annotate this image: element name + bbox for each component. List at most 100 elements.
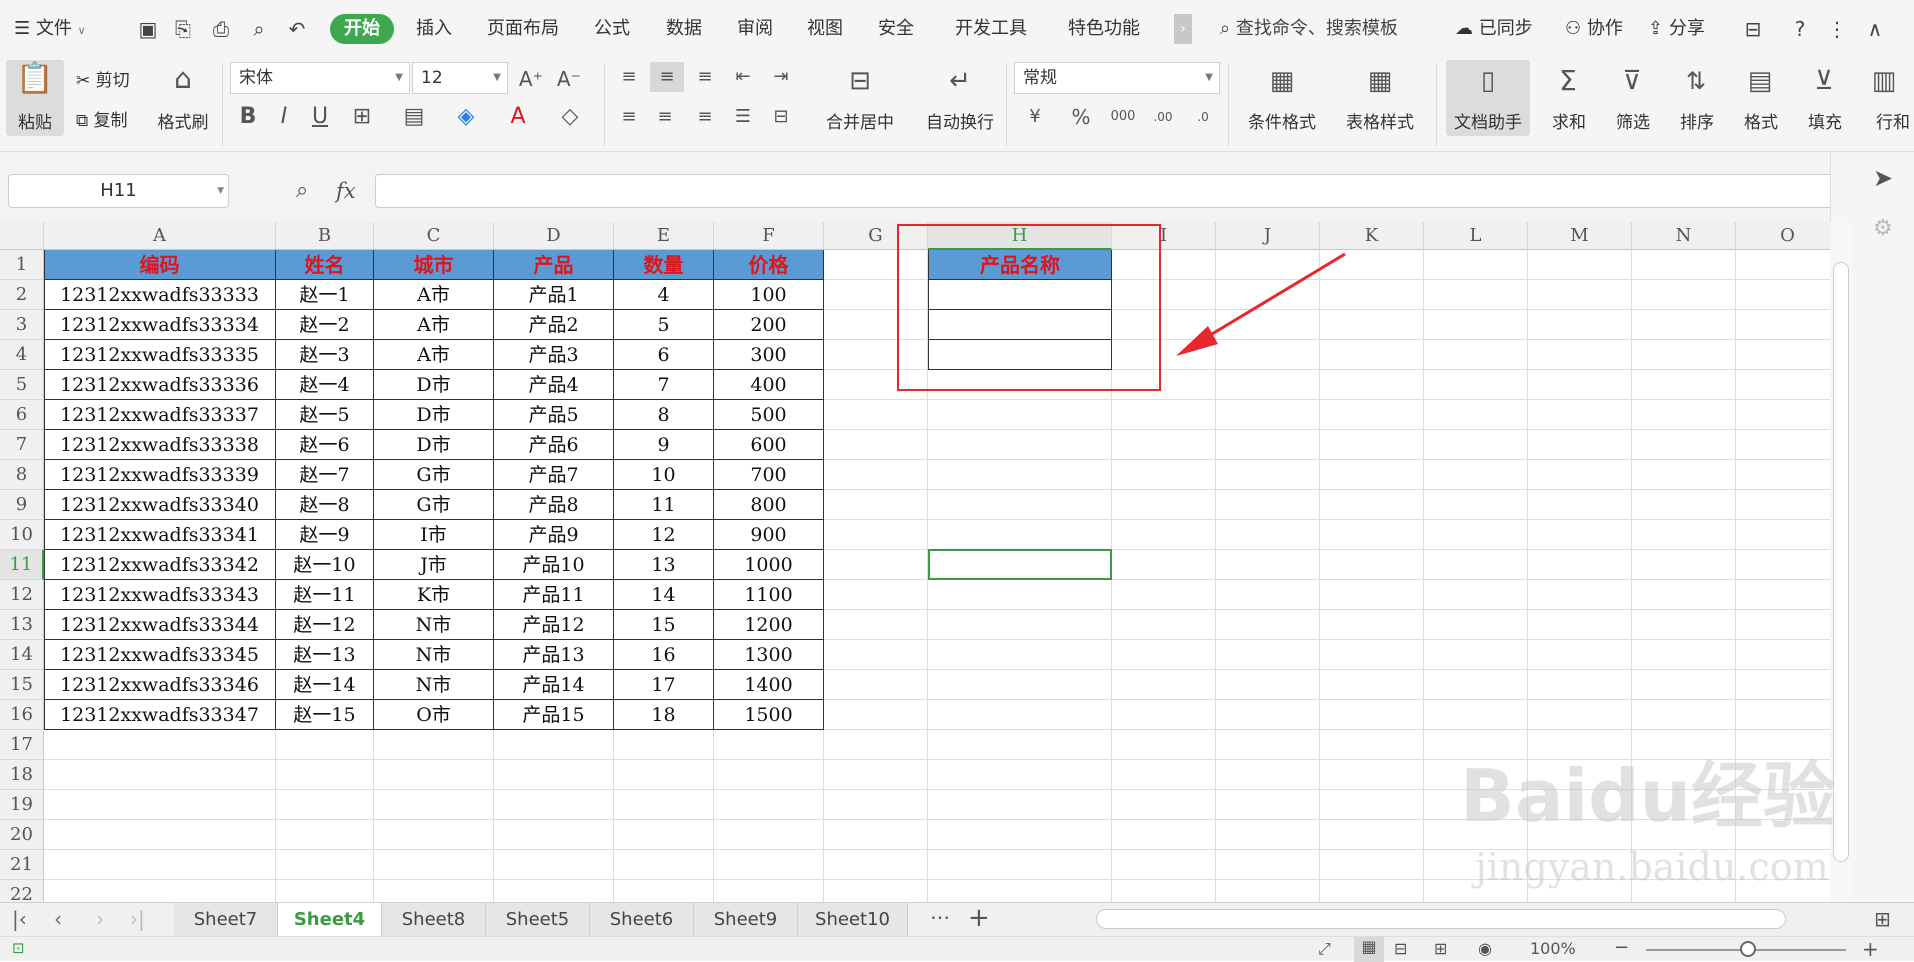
distributed-icon[interactable]: ⊟ bbox=[766, 102, 796, 132]
table-cell[interactable]: 300 bbox=[714, 340, 824, 370]
merge-center-button[interactable]: ⊟ 合并居中 bbox=[812, 60, 908, 136]
table-cell[interactable]: 12312xxwadfs33341 bbox=[44, 520, 276, 550]
currency-icon[interactable]: ¥ bbox=[1018, 102, 1052, 132]
table-cell[interactable]: 200 bbox=[714, 310, 824, 340]
table-cell[interactable]: 12312xxwadfs33346 bbox=[44, 670, 276, 700]
tab-data[interactable]: 数据 bbox=[666, 14, 702, 44]
table-cell[interactable]: 赵一5 bbox=[276, 400, 374, 430]
table-cell[interactable]: 12312xxwadfs33340 bbox=[44, 490, 276, 520]
row-header-6[interactable]: 6 bbox=[0, 400, 44, 430]
table-cell[interactable]: D市 bbox=[374, 430, 494, 460]
table-cell[interactable]: N市 bbox=[374, 640, 494, 670]
cell-style-icon[interactable]: ▤ bbox=[396, 102, 432, 132]
table-cell[interactable]: G市 bbox=[374, 460, 494, 490]
row-header-7[interactable]: 7 bbox=[0, 430, 44, 460]
normal-view-icon[interactable]: ▦ bbox=[1354, 937, 1384, 962]
column-header-L[interactable]: L bbox=[1424, 222, 1528, 250]
table-cell[interactable]: 赵一1 bbox=[276, 280, 374, 310]
table-header-cell[interactable]: 编码 bbox=[44, 250, 276, 280]
sheet-tab-sheet7[interactable]: Sheet7 bbox=[174, 903, 278, 937]
table-cell[interactable]: 产品9 bbox=[494, 520, 614, 550]
horizontal-scrollbar[interactable] bbox=[1096, 909, 1786, 929]
table-cell[interactable]: 7 bbox=[614, 370, 714, 400]
table-cell[interactable]: 1400 bbox=[714, 670, 824, 700]
tab-developer[interactable]: 开发工具 bbox=[955, 14, 1027, 44]
vertical-scroll-thumb[interactable] bbox=[1833, 262, 1849, 862]
collapse-ribbon-icon[interactable]: ∧ bbox=[1860, 14, 1890, 44]
sort-button[interactable]: ⇅ 排序 bbox=[1666, 60, 1728, 136]
table-cell[interactable]: 产品2 bbox=[494, 310, 614, 340]
table-cell[interactable]: 400 bbox=[714, 370, 824, 400]
table-cell[interactable]: 产品3 bbox=[494, 340, 614, 370]
prev-sheet-icon[interactable]: ‹ bbox=[54, 907, 62, 931]
table-cell[interactable]: N市 bbox=[374, 670, 494, 700]
table-header-cell[interactable]: 数量 bbox=[614, 250, 714, 280]
table-cell[interactable]: 8 bbox=[614, 400, 714, 430]
table-cell[interactable]: 赵一3 bbox=[276, 340, 374, 370]
filter-button[interactable]: ⊽ 筛选 bbox=[1602, 60, 1664, 136]
table-cell[interactable]: 900 bbox=[714, 520, 824, 550]
sheet-tab-sheet10[interactable]: Sheet10 bbox=[798, 903, 908, 937]
table-cell[interactable]: 赵一7 bbox=[276, 460, 374, 490]
table-cell[interactable]: 12312xxwadfs33333 bbox=[44, 280, 276, 310]
page-layout-view-icon[interactable]: ⊞ bbox=[1434, 939, 1447, 958]
increase-decimal-icon[interactable]: .00 bbox=[1146, 102, 1180, 132]
align-top-icon[interactable]: ≡ bbox=[614, 62, 644, 92]
table-cell[interactable]: 赵一2 bbox=[276, 310, 374, 340]
selected-cell[interactable] bbox=[928, 549, 1112, 580]
table-cell[interactable]: 13 bbox=[614, 550, 714, 580]
table-cell[interactable]: 12312xxwadfs33344 bbox=[44, 610, 276, 640]
table-cell[interactable]: 12312xxwadfs33342 bbox=[44, 550, 276, 580]
italic-icon[interactable]: I bbox=[270, 102, 298, 132]
first-sheet-icon[interactable]: |‹ bbox=[12, 907, 27, 931]
align-bottom-icon[interactable]: ≡ bbox=[690, 62, 720, 92]
tab-view[interactable]: 视图 bbox=[807, 14, 843, 44]
table-cell[interactable]: 赵一8 bbox=[276, 490, 374, 520]
fullscreen-icon[interactable]: ⤢ bbox=[1318, 939, 1331, 959]
table-cell[interactable]: 12312xxwadfs33347 bbox=[44, 700, 276, 730]
name-box[interactable]: H11 ▼ bbox=[8, 174, 229, 208]
copy-button[interactable]: ⧉ 复制 bbox=[76, 106, 128, 131]
table-cell[interactable]: 1000 bbox=[714, 550, 824, 580]
tools-icon[interactable]: ⊟ bbox=[1738, 14, 1768, 44]
table-cell[interactable]: 产品6 bbox=[494, 430, 614, 460]
macro-icon[interactable]: ⊡ bbox=[12, 939, 25, 957]
bold-icon[interactable]: B bbox=[234, 102, 262, 132]
column-header-M[interactable]: M bbox=[1528, 222, 1632, 250]
zoom-in-icon[interactable]: + bbox=[1862, 937, 1879, 961]
undo-icon[interactable]: ↶ bbox=[282, 14, 312, 44]
font-size-select[interactable]: 12 ▼ bbox=[412, 62, 508, 94]
table-cell[interactable]: 800 bbox=[714, 490, 824, 520]
table-cell[interactable]: 100 bbox=[714, 280, 824, 310]
underline-icon[interactable]: U bbox=[306, 102, 334, 132]
table-cell[interactable]: 12312xxwadfs33343 bbox=[44, 580, 276, 610]
table-cell[interactable]: 700 bbox=[714, 460, 824, 490]
print-icon[interactable]: ⎙ bbox=[206, 14, 236, 44]
table-cell[interactable]: 赵一4 bbox=[276, 370, 374, 400]
tab-security[interactable]: 安全 bbox=[878, 14, 914, 44]
more-sheets-icon[interactable]: ⋯ bbox=[930, 905, 950, 929]
select-all-corner[interactable] bbox=[0, 222, 44, 250]
zoom-level[interactable]: 100% bbox=[1530, 939, 1576, 958]
increase-indent-icon[interactable]: ⇥ bbox=[766, 62, 796, 92]
column-header-C[interactable]: C bbox=[374, 222, 494, 250]
table-cell[interactable]: 产品1 bbox=[494, 280, 614, 310]
table-cell[interactable]: 6 bbox=[614, 340, 714, 370]
table-cell[interactable]: N市 bbox=[374, 610, 494, 640]
row-header-5[interactable]: 5 bbox=[0, 370, 44, 400]
table-cell[interactable]: 产品8 bbox=[494, 490, 614, 520]
row-header-15[interactable]: 15 bbox=[0, 670, 44, 700]
percent-icon[interactable]: % bbox=[1066, 102, 1096, 132]
table-cell[interactable]: 15 bbox=[614, 610, 714, 640]
row-header-17[interactable]: 17 bbox=[0, 730, 44, 760]
decrease-decimal-icon[interactable]: .0 bbox=[1186, 102, 1220, 132]
table-cell[interactable]: 12312xxwadfs33334 bbox=[44, 310, 276, 340]
more-tabs-button[interactable]: › bbox=[1174, 14, 1192, 44]
eye-protection-icon[interactable]: ◉ bbox=[1478, 939, 1492, 958]
row-header-8[interactable]: 8 bbox=[0, 460, 44, 490]
tab-page-layout[interactable]: 页面布局 bbox=[487, 14, 559, 44]
row-header-14[interactable]: 14 bbox=[0, 640, 44, 670]
font-color-icon[interactable]: A bbox=[500, 102, 536, 132]
table-cell[interactable]: 赵一6 bbox=[276, 430, 374, 460]
table-style-button[interactable]: ▦ 表格样式 bbox=[1334, 60, 1426, 136]
